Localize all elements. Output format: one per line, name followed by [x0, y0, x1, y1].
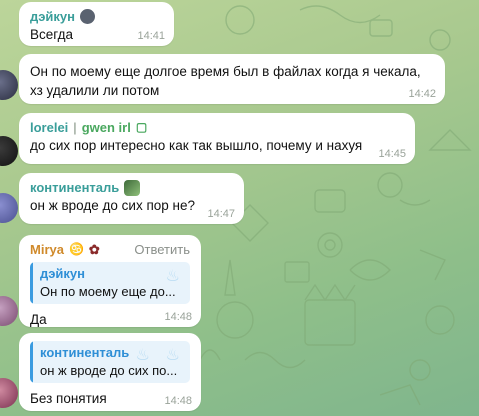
sender-name[interactable]: Mirya ♋ ✿ Ответить	[30, 241, 190, 258]
quote-sender: континенталь	[40, 345, 130, 360]
message-time: 14:47	[207, 208, 235, 220]
sender-name[interactable]: дэйкун	[30, 8, 163, 25]
avatar-mirya[interactable]	[0, 296, 18, 326]
sender-emoji-icon: ✿	[88, 242, 100, 257]
sender-emoji-icon	[124, 179, 141, 196]
message-text: он ж вроде до сих пор не?	[30, 198, 195, 213]
sender-emoji-icon: ♋	[68, 242, 84, 256]
flame-icon: ♨	[165, 268, 180, 285]
message-text: Он по моему еще долгое время был в файла…	[30, 64, 421, 98]
flame-icon: ♨	[165, 347, 180, 364]
message-bubble[interactable]: континенталь он ж вроде до сих пор не? 1…	[19, 173, 244, 224]
message-time: 14:48	[164, 311, 192, 323]
sender-name-text[interactable]: дэйкун	[30, 8, 75, 25]
sender-title: gwen irl	[81, 120, 131, 135]
message-bubble[interactable]: ♨ ♨ континенталь он ж вроде до сих по...…	[19, 333, 201, 411]
sender-name-text[interactable]: континенталь	[30, 179, 119, 196]
message-time: 14:41	[137, 30, 165, 42]
avatar-continental[interactable]	[0, 193, 18, 223]
quote-text: Он по моему еще до...	[40, 284, 176, 299]
avatar-user[interactable]	[0, 70, 18, 100]
sender-emoji-icon: ▢	[135, 120, 148, 134]
message-time: 14:48	[164, 395, 192, 407]
flame-icon: ♨	[135, 347, 150, 364]
sender-name-text[interactable]: lorelei	[30, 119, 68, 136]
message-bubble[interactable]: дэйкун Всегда 14:41	[19, 2, 174, 46]
avatar-lorelei[interactable]	[0, 136, 18, 166]
message-bubble[interactable]: Он по моему еще долгое время был в файла…	[19, 54, 445, 104]
message-text: до сих пор интересно как так вышло, поче…	[30, 138, 363, 153]
sender-name-text[interactable]: Mirya	[30, 241, 64, 258]
reply-quote[interactable]: ♨ дэйкун Он по моему еще до...	[30, 262, 190, 304]
message-bubble[interactable]: lorelei | gwen irl ▢ до сих пор интересн…	[19, 113, 415, 164]
message-time: 14:45	[378, 148, 406, 160]
message-time: 14:42	[408, 88, 436, 100]
avatar-mirya-2[interactable]	[0, 378, 18, 408]
sender-emoji-icon	[80, 9, 96, 24]
reply-button[interactable]: Ответить	[134, 241, 190, 258]
quote-sender: дэйкун	[40, 266, 86, 281]
reply-quote[interactable]: ♨ ♨ континенталь он ж вроде до сих по...	[30, 341, 190, 383]
message-bubble[interactable]: Mirya ♋ ✿ Ответить ♨ дэйкун Он по моему …	[19, 235, 201, 327]
sender-name[interactable]: континенталь	[30, 179, 233, 196]
quote-text: он ж вроде до сих по...	[40, 363, 178, 378]
sender-name[interactable]: lorelei | gwen irl ▢	[30, 119, 404, 136]
